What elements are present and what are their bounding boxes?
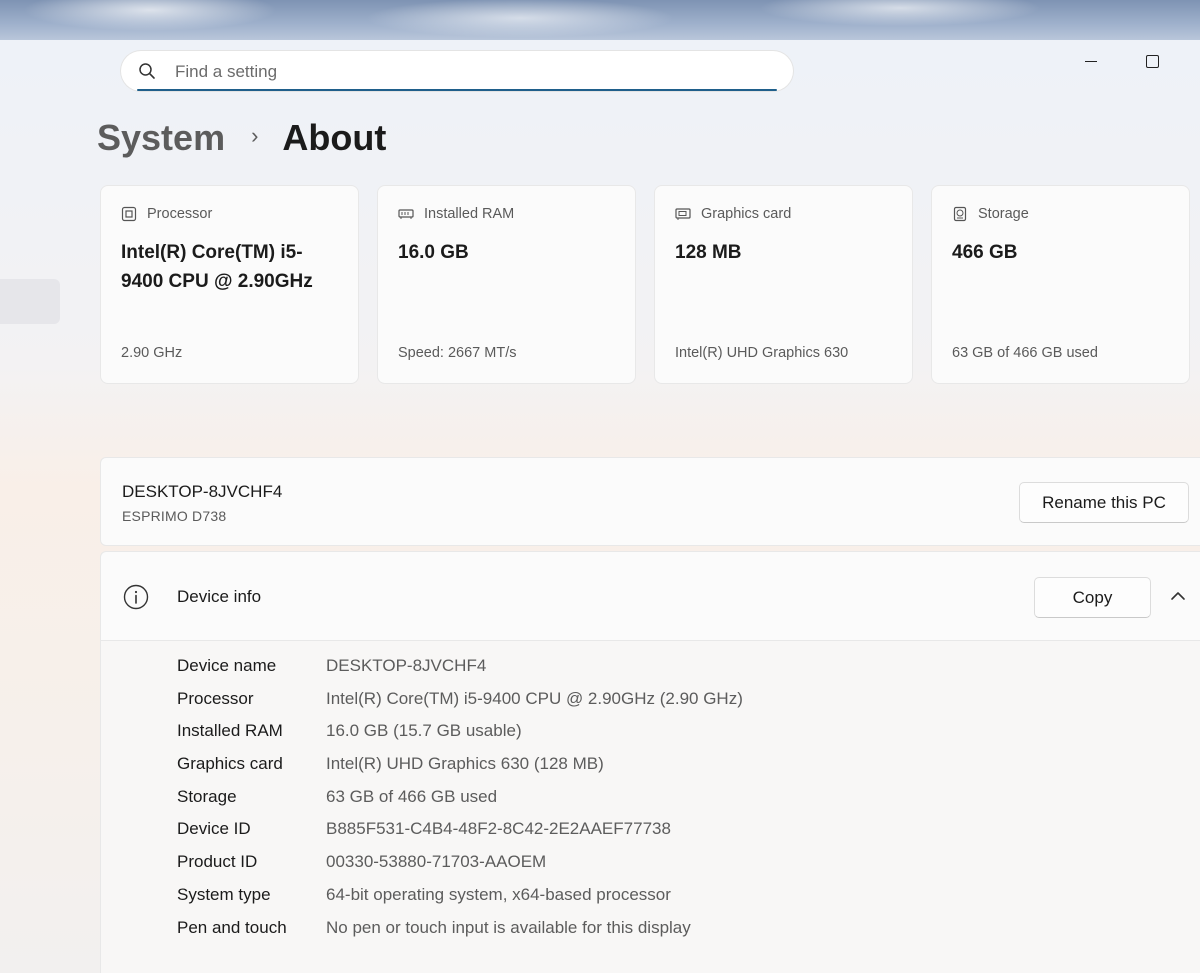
minimize-button[interactable] — [1073, 48, 1109, 74]
device-info-panel: Device info Copy Device name DESKTOP-8JV… — [100, 551, 1200, 973]
device-info-title: Device info — [177, 587, 262, 606]
card-subtext: Speed: 2667 MT/s — [398, 345, 517, 361]
graphics-card-icon — [675, 208, 691, 220]
search-icon — [139, 63, 155, 79]
spec-value: DESKTOP-8JVCHF4 — [326, 656, 487, 675]
storage-card: Storage 466 GB 63 GB of 466 GB used — [931, 185, 1190, 384]
maximize-icon — [1145, 54, 1159, 68]
pc-name: DESKTOP-8JVCHF4 — [122, 482, 283, 501]
pc-model: ESPRIMO D738 — [122, 508, 227, 524]
ram-card: Installed RAM 16.0 GB Speed: 2667 MT/s — [377, 185, 636, 384]
rename-pc-button[interactable]: Rename this PC — [1019, 482, 1189, 523]
spec-value: 16.0 GB (15.7 GB usable) — [326, 721, 522, 741]
search-box[interactable] — [121, 51, 793, 91]
info-icon — [123, 584, 149, 610]
card-value: 466 GB — [952, 242, 1018, 263]
processor-icon — [121, 206, 137, 222]
card-subtext: 2.90 GHz — [121, 345, 183, 361]
chevron-up-icon[interactable] — [1168, 588, 1188, 604]
minimize-icon — [1085, 60, 1097, 62]
processor-card: Processor Intel(R) Core(TM) i5-9400 CPU … — [100, 185, 359, 384]
maximize-button[interactable] — [1134, 48, 1170, 74]
spec-value: B885F531-C4B4-48F2-8C42-2E2AAEF77738 — [326, 819, 671, 839]
spec-key: Product ID — [177, 852, 258, 872]
copy-button[interactable]: Copy — [1034, 577, 1151, 618]
ram-icon — [398, 209, 414, 219]
card-label: Storage — [978, 206, 1029, 222]
card-value: 16.0 GB — [398, 242, 469, 263]
card-label: Processor — [147, 206, 213, 222]
card-subtext: Intel(R) UHD Graphics 630 — [675, 345, 849, 361]
spec-value: Intel(R) Core(TM) i5-9400 CPU @ 2.90GHz … — [326, 688, 743, 708]
spec-value: 63 GB of 466 GB used — [326, 786, 498, 806]
spec-key: Device ID — [177, 819, 251, 839]
spec-key: System type — [177, 884, 271, 904]
spec-value: 64-bit operating system, x64-based proce… — [326, 884, 671, 904]
breadcrumb-system-link[interactable]: System — [97, 117, 225, 159]
desktop-wallpaper — [0, 0, 1200, 40]
breadcrumb: System › About — [97, 112, 386, 164]
spec-value: 00330-53880-71703-AAOEM — [326, 852, 547, 872]
graphics-card-card: Graphics card 128 MB Intel(R) UHD Graphi… — [654, 185, 913, 384]
nav-selected-item[interactable] — [0, 279, 60, 324]
search-input[interactable] — [173, 59, 757, 85]
spec-key: Processor — [177, 688, 254, 708]
spec-value: No pen or touch input is available for t… — [326, 917, 691, 937]
device-info-header[interactable]: Device info Copy — [101, 552, 1200, 641]
pc-name-panel: DESKTOP-8JVCHF4 ESPRIMO D738 Rename this… — [100, 457, 1200, 546]
card-value: 128 MB — [675, 242, 742, 263]
spec-key: Device name — [177, 656, 277, 675]
card-label: Graphics card — [701, 206, 792, 222]
spec-key: Storage — [177, 786, 237, 806]
card-subtext: 63 GB of 466 GB used — [952, 345, 1098, 361]
card-label: Installed RAM — [424, 206, 515, 222]
spec-key: Installed RAM — [177, 721, 283, 741]
card-value: Intel(R) Core(TM) i5-9400 CPU @ 2.90GHz — [121, 242, 313, 292]
spec-key: Pen and touch — [177, 917, 287, 937]
breadcrumb-separator-icon: › — [251, 123, 259, 148]
spec-key: Graphics card — [177, 754, 283, 774]
page-title: About — [282, 117, 387, 158]
storage-icon — [953, 206, 967, 222]
spec-value: Intel(R) UHD Graphics 630 (128 MB) — [326, 754, 604, 774]
